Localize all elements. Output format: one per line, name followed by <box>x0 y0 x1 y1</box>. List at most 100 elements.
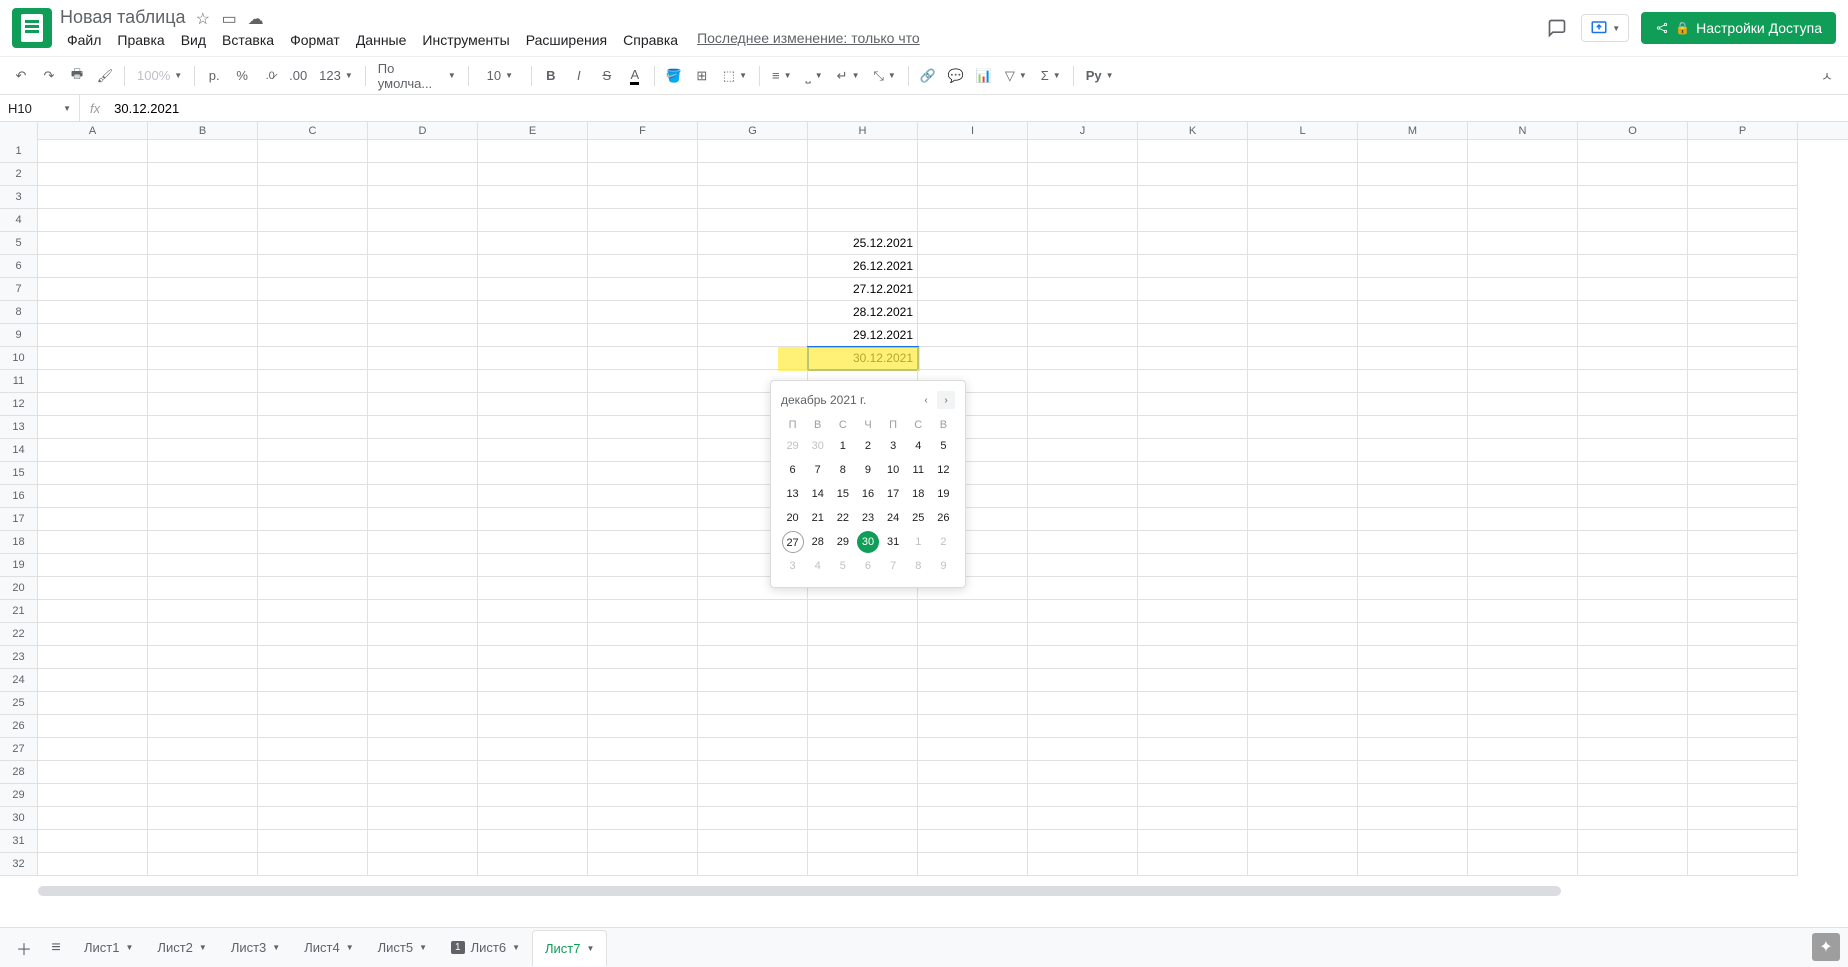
cell[interactable] <box>148 830 258 853</box>
cell[interactable] <box>1688 554 1798 577</box>
text-color-button[interactable]: A <box>622 63 648 89</box>
cell[interactable] <box>918 807 1028 830</box>
cell[interactable] <box>1248 278 1358 301</box>
cell[interactable] <box>1248 462 1358 485</box>
cell[interactable] <box>1248 830 1358 853</box>
row-header[interactable]: 21 <box>0 600 37 623</box>
cell[interactable] <box>588 370 698 393</box>
cell[interactable] <box>808 623 918 646</box>
cell[interactable] <box>1468 531 1578 554</box>
cell[interactable] <box>698 347 808 370</box>
cell[interactable] <box>38 485 148 508</box>
cell[interactable] <box>918 623 1028 646</box>
cell[interactable] <box>1358 324 1468 347</box>
cell[interactable] <box>38 163 148 186</box>
cell[interactable] <box>1028 140 1138 163</box>
cell[interactable] <box>368 646 478 669</box>
cell[interactable] <box>1248 669 1358 692</box>
cell[interactable] <box>1248 646 1358 669</box>
column-header[interactable]: J <box>1028 122 1138 139</box>
cell[interactable] <box>148 186 258 209</box>
cell[interactable] <box>918 853 1028 876</box>
cell[interactable] <box>588 554 698 577</box>
cell[interactable] <box>588 439 698 462</box>
cell[interactable] <box>1468 462 1578 485</box>
column-header[interactable]: N <box>1468 122 1578 139</box>
cell[interactable] <box>698 209 808 232</box>
cell[interactable]: 29.12.2021 <box>808 324 918 347</box>
cell[interactable] <box>1578 692 1688 715</box>
select-all-corner[interactable] <box>0 122 38 140</box>
cell[interactable] <box>258 301 368 324</box>
cell[interactable] <box>808 600 918 623</box>
sheet-tab[interactable]: 1Лист6▼ <box>439 930 532 966</box>
cell[interactable] <box>148 738 258 761</box>
datepicker-day[interactable]: 16 <box>857 483 879 505</box>
cell[interactable] <box>588 347 698 370</box>
cell[interactable] <box>588 600 698 623</box>
cell[interactable] <box>38 669 148 692</box>
cell[interactable] <box>1468 853 1578 876</box>
cell[interactable] <box>1248 554 1358 577</box>
cell[interactable] <box>148 508 258 531</box>
cell[interactable] <box>918 255 1028 278</box>
row-header[interactable]: 11 <box>0 370 37 393</box>
row-header[interactable]: 13 <box>0 416 37 439</box>
font-dropdown[interactable]: По умолча...▼ <box>372 63 462 89</box>
cell[interactable] <box>1688 232 1798 255</box>
cell[interactable] <box>1028 669 1138 692</box>
cell[interactable] <box>258 600 368 623</box>
cell[interactable] <box>1688 301 1798 324</box>
cell[interactable] <box>1468 186 1578 209</box>
cell[interactable] <box>1358 669 1468 692</box>
cell[interactable] <box>1578 577 1688 600</box>
cell[interactable] <box>1248 715 1358 738</box>
cell[interactable] <box>1358 738 1468 761</box>
cell[interactable] <box>1358 853 1468 876</box>
datepicker-day[interactable]: 19 <box>932 483 954 505</box>
row-header[interactable]: 2 <box>0 163 37 186</box>
cell[interactable] <box>1468 485 1578 508</box>
insert-chart-button[interactable]: 📊 <box>971 63 997 89</box>
cell[interactable] <box>368 761 478 784</box>
row-header[interactable]: 26 <box>0 715 37 738</box>
cell[interactable] <box>1028 301 1138 324</box>
cell[interactable] <box>368 232 478 255</box>
cell[interactable] <box>918 232 1028 255</box>
cell[interactable] <box>478 232 588 255</box>
cell[interactable] <box>1468 439 1578 462</box>
cell[interactable] <box>588 577 698 600</box>
sheets-logo[interactable] <box>12 8 52 48</box>
cell[interactable] <box>1688 186 1798 209</box>
sheet-tab[interactable]: Лист7▼ <box>532 930 607 966</box>
cell[interactable] <box>1028 738 1138 761</box>
cell[interactable] <box>258 324 368 347</box>
cell[interactable] <box>368 278 478 301</box>
datepicker-day[interactable]: 7 <box>882 555 904 577</box>
cell[interactable] <box>1138 600 1248 623</box>
print-button[interactable]: 🖶 <box>64 63 90 89</box>
cell[interactable] <box>478 508 588 531</box>
cell[interactable] <box>1468 255 1578 278</box>
cell[interactable] <box>1358 531 1468 554</box>
cell[interactable] <box>478 784 588 807</box>
cell[interactable] <box>698 715 808 738</box>
cell[interactable] <box>1028 278 1138 301</box>
cell[interactable] <box>808 692 918 715</box>
datepicker-day[interactable]: 6 <box>857 555 879 577</box>
cell[interactable] <box>368 370 478 393</box>
datepicker-day[interactable]: 27 <box>782 531 804 553</box>
font-size-dropdown[interactable]: 10▼ <box>475 63 525 89</box>
row-header[interactable]: 14 <box>0 439 37 462</box>
cell[interactable] <box>1248 140 1358 163</box>
py-dropdown[interactable]: Py▼ <box>1080 63 1120 89</box>
cell[interactable] <box>1578 393 1688 416</box>
cell[interactable] <box>1358 485 1468 508</box>
datepicker-day[interactable]: 14 <box>807 483 829 505</box>
datepicker-day[interactable]: 8 <box>907 555 929 577</box>
cell[interactable] <box>1138 577 1248 600</box>
datepicker-day[interactable]: 13 <box>782 483 804 505</box>
cell[interactable] <box>1358 278 1468 301</box>
undo-button[interactable]: ↶ <box>8 63 34 89</box>
cell[interactable] <box>1468 784 1578 807</box>
